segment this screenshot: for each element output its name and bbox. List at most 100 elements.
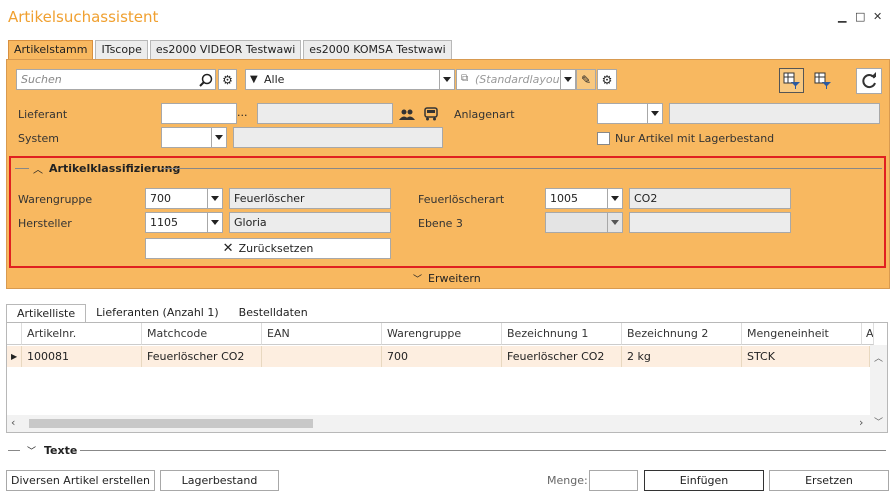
funnel-icon: ▼ <box>250 74 258 85</box>
anlagenart-dropdown-button[interactable] <box>647 103 663 124</box>
cell-bezeichnung1[interactable]: Feuerlöscher CO2 <box>502 346 622 367</box>
result-tabs: Artikelliste Lieferanten (Anzahl 1) Best… <box>6 304 318 323</box>
tab-lieferanten[interactable]: Lieferanten (Anzahl 1) <box>86 304 229 323</box>
layout-edit-icon[interactable]: ✎ <box>576 69 596 90</box>
erweitern-label: Erweitern <box>428 272 481 285</box>
search-input[interactable]: Suchen <box>16 69 216 90</box>
tab-itscope[interactable]: ITscope <box>95 40 148 59</box>
erweitern-toggle[interactable]: ﹀ Erweitern <box>413 272 481 285</box>
layout-value: (Standardlayout) <box>475 73 562 86</box>
group-divider <box>15 168 29 169</box>
filter-dropdown-button[interactable] <box>439 69 455 90</box>
search-icon[interactable] <box>197 70 215 89</box>
scroll-left-icon[interactable]: ‹ <box>11 416 15 429</box>
column-header-artikelnr[interactable]: Artikelnr. <box>22 323 142 345</box>
scroll-down-icon[interactable]: ﹀ <box>874 415 883 428</box>
column-header-ean[interactable]: EAN <box>262 323 382 345</box>
maximize-icon[interactable]: □ <box>855 10 865 23</box>
cell-mengeneinheit[interactable]: STCK <box>742 346 870 367</box>
column-header-overflow[interactable]: A <box>862 323 874 345</box>
column-header-bezeichnung2[interactable]: Bezeichnung 2 <box>622 323 742 345</box>
nur-lager-checkbox[interactable] <box>597 132 610 145</box>
warengruppe-name-field: Feuerlöscher <box>229 188 391 209</box>
warengruppe-label: Warengruppe <box>18 193 93 206</box>
layout-select[interactable]: (Standardlayout) <box>456 69 562 90</box>
lieferant-input[interactable] <box>161 103 237 124</box>
collapse-chevron-icon[interactable]: ︿ <box>33 161 43 176</box>
menge-label: Menge: <box>547 474 588 487</box>
column-header-warengruppe[interactable]: Warengruppe <box>382 323 502 345</box>
cell-bezeichnung2[interactable]: 2 kg <box>622 346 742 367</box>
tab-komsa[interactable]: es2000 KOMSA Testwawi <box>303 40 452 59</box>
grid-filter-icon[interactable] <box>779 68 804 93</box>
anlagenart-input[interactable] <box>597 103 649 124</box>
feuerloescherart-code-input[interactable]: 1005 <box>545 188 609 209</box>
ebene3-dropdown-button[interactable] <box>607 212 623 233</box>
lagerbestand-button[interactable]: Lagerbestand <box>160 470 279 491</box>
lieferant-label: Lieferant <box>18 108 68 121</box>
window-title: Artikelsuchassistent <box>8 8 159 26</box>
klassifizierung-header[interactable]: Artikelklassifizierung <box>49 162 180 175</box>
ebene3-label: Ebene 3 <box>418 217 463 230</box>
menge-input[interactable] <box>589 470 638 491</box>
cell-artikelnr[interactable]: 100081 <box>22 346 142 367</box>
column-header-matchcode[interactable]: Matchcode <box>142 323 262 345</box>
article-search-window: Artikelsuchassistent ▁ □ ✕ Artikelstamm … <box>0 0 894 499</box>
anlagenart-label: Anlagenart <box>454 108 515 121</box>
tab-videor[interactable]: es2000 VIDEOR Testwawi <box>149 40 302 59</box>
reset-button[interactable]: ✕ Zurücksetzen <box>145 238 391 259</box>
row-pointer-icon: ▶ <box>7 346 22 367</box>
anlagenart-name-field <box>669 103 880 124</box>
hersteller-name-field: Gloria <box>229 212 391 233</box>
ebene3-code-input[interactable] <box>545 212 609 233</box>
search-settings-gear-icon[interactable]: ⚙ <box>218 69 237 90</box>
filter-select[interactable]: Alle <box>245 69 455 90</box>
warengruppe-dropdown-button[interactable] <box>207 188 223 209</box>
layout-icon: ⧉ <box>461 73 469 84</box>
group-divider-right <box>162 168 882 169</box>
refresh-icon[interactable] <box>856 68 882 94</box>
layout-dropdown-button[interactable] <box>560 69 576 90</box>
feuerloescherart-dropdown-button[interactable] <box>607 188 623 209</box>
texte-divider-right <box>80 450 886 451</box>
horizontal-scroll-thumb[interactable] <box>29 419 313 428</box>
column-header-bezeichnung1[interactable]: Bezeichnung 1 <box>502 323 622 345</box>
close-icon[interactable]: ✕ <box>873 10 882 23</box>
cell-warengruppe[interactable]: 700 <box>382 346 502 367</box>
system-name-field <box>233 127 443 148</box>
hersteller-label: Hersteller <box>18 217 72 230</box>
system-input[interactable] <box>161 127 213 148</box>
horizontal-scrollbar[interactable]: ‹ › <box>7 415 871 432</box>
vertical-scrollbar[interactable]: ︿ ﹀ <box>870 345 887 432</box>
row-indicator-header <box>7 323 22 345</box>
layout-settings-gear-icon[interactable]: ⚙ <box>597 69 617 90</box>
einfuegen-button[interactable]: Einfügen <box>644 470 764 491</box>
tab-bestelldaten[interactable]: Bestelldaten <box>229 304 318 323</box>
ersetzen-button[interactable]: Ersetzen <box>769 470 889 491</box>
contacts-icon[interactable] <box>397 104 417 123</box>
vehicle-icon[interactable] <box>421 104 441 123</box>
lieferant-name-field <box>257 103 393 124</box>
hersteller-dropdown-button[interactable] <box>207 212 223 233</box>
grid-filter-alt-icon[interactable] <box>810 68 835 93</box>
diversen-artikel-button[interactable]: Diversen Artikel erstellen <box>6 470 155 491</box>
texte-divider-left <box>8 450 20 451</box>
texte-header[interactable]: Texte <box>44 444 77 457</box>
filter-value: Alle <box>264 73 285 86</box>
cell-ean[interactable] <box>262 346 382 367</box>
scroll-up-icon[interactable]: ︿ <box>874 351 883 364</box>
chevron-down-icon: ﹀ <box>413 275 423 285</box>
cell-matchcode[interactable]: Feuerlöscher CO2 <box>142 346 262 367</box>
expand-chevron-icon[interactable]: ﹀ <box>27 444 36 457</box>
hersteller-code-input[interactable]: 1105 <box>145 212 209 233</box>
tab-artikelliste[interactable]: Artikelliste <box>6 304 87 323</box>
scroll-right-icon[interactable]: › <box>859 416 863 429</box>
system-label: System <box>18 132 60 145</box>
system-dropdown-button[interactable] <box>211 127 227 148</box>
lieferant-lookup-button[interactable]: ... <box>237 106 248 119</box>
tab-artikelstamm[interactable]: Artikelstamm <box>8 40 94 59</box>
feuerloescherart-label: Feuerlöscherart <box>418 193 505 206</box>
warengruppe-code-input[interactable]: 700 <box>145 188 209 209</box>
column-header-mengeneinheit[interactable]: Mengeneinheit <box>742 323 862 345</box>
minimize-icon[interactable]: ▁ <box>838 10 846 23</box>
